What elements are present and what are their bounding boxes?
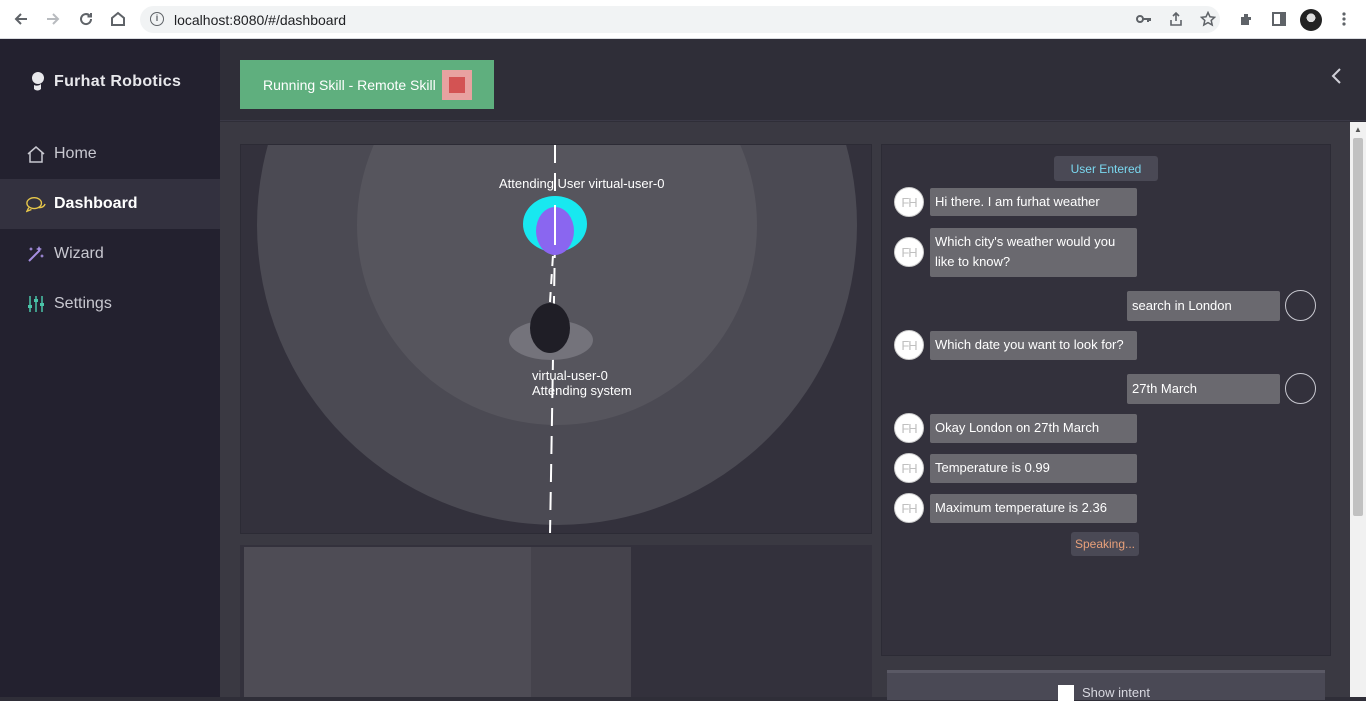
user-message: 27th March xyxy=(1127,374,1280,404)
user-avatar xyxy=(1285,373,1316,404)
extensions-icon[interactable] xyxy=(1237,9,1257,29)
show-intent-checkbox[interactable] xyxy=(1058,685,1074,701)
home-icon xyxy=(26,144,46,164)
url-text: localhost:8080/#/dashboard xyxy=(174,12,347,28)
robot-message: Hi there. I am furhat weather xyxy=(930,188,1137,216)
sidebar-item-label: Wizard xyxy=(54,245,104,262)
dashboard-header: Running Skill - Remote Skill xyxy=(220,39,1366,121)
furhat-avatar: FH xyxy=(894,330,924,360)
dialog-log-panel: User Entered FH Hi there. I am furhat we… xyxy=(881,144,1331,656)
sidebar-item-label: Dashboard xyxy=(54,195,138,212)
furhat-avatar: FH xyxy=(894,453,924,483)
stop-icon xyxy=(449,77,465,93)
furhat-avatar: FH xyxy=(894,493,924,523)
key-icon[interactable] xyxy=(1134,9,1154,29)
show-intent-label: Show intent xyxy=(1082,685,1150,700)
user-name-label: virtual-user-0 xyxy=(532,368,608,383)
robot-message: Temperature is 0.99 xyxy=(930,454,1137,483)
browser-toolbar: i localhost:8080/#/dashboard xyxy=(0,0,1366,39)
brand-name: Furhat Robotics xyxy=(54,73,182,90)
more-menu-icon[interactable] xyxy=(1334,9,1354,29)
camera-feed-panel xyxy=(240,545,872,697)
back-icon[interactable] xyxy=(10,8,32,30)
furhat-avatar: FH xyxy=(894,413,924,443)
sidebar-item-dashboard[interactable]: Dashboard xyxy=(0,179,220,229)
brand[interactable]: Furhat Robotics xyxy=(30,71,181,93)
address-bar[interactable]: i localhost:8080/#/dashboard xyxy=(140,6,1220,33)
robot-message: Which city's weather would you like to k… xyxy=(930,228,1137,277)
sidebar-item-label: Settings xyxy=(54,295,112,312)
magic-wand-icon xyxy=(26,244,46,264)
interaction-space-map xyxy=(257,145,857,533)
scrollbar-thumb[interactable] xyxy=(1353,138,1363,516)
camera-feed-image xyxy=(244,547,531,697)
share-icon[interactable] xyxy=(1166,9,1186,29)
attending-label: Attending User virtual-user-0 xyxy=(499,176,665,191)
robot-message: Maximum temperature is 2.36 xyxy=(930,494,1137,523)
reload-icon[interactable] xyxy=(75,8,97,30)
skill-status-panel: Running Skill - Remote Skill xyxy=(240,60,494,109)
sidebar: Furhat Robotics Home Dashboard Wizard Se… xyxy=(0,39,220,697)
sidebar-item-wizard[interactable]: Wizard xyxy=(0,229,220,279)
sidebar-item-settings[interactable]: Settings xyxy=(0,279,220,329)
profile-avatar[interactable] xyxy=(1300,9,1322,31)
user-message: search in London xyxy=(1127,291,1280,321)
collapse-panel-icon[interactable] xyxy=(1330,67,1342,91)
user-avatar xyxy=(1285,290,1316,321)
scroll-up-icon[interactable]: ▲ xyxy=(1354,125,1362,134)
bookmark-star-icon[interactable] xyxy=(1198,9,1218,29)
user-status-label: Attending system xyxy=(532,383,632,398)
interaction-space-view: Attending User virtual-user-0 virtual-us… xyxy=(240,144,872,534)
show-intent-bar: Show intent xyxy=(887,670,1325,701)
page-scrollbar[interactable]: ▲ xyxy=(1350,122,1366,697)
furhat-logo-icon xyxy=(32,72,44,91)
chat-bubbles-icon xyxy=(26,194,46,214)
stop-skill-button[interactable] xyxy=(442,70,472,100)
furhat-avatar: FH xyxy=(894,187,924,217)
robot-message: Which date you want to look for? xyxy=(930,331,1137,360)
sidebar-item-label: Home xyxy=(54,145,97,162)
sliders-icon xyxy=(26,294,46,314)
user-entered-badge: User Entered xyxy=(1054,156,1158,181)
sidebar-item-home[interactable]: Home xyxy=(0,129,220,179)
speaking-status-badge: Speaking... xyxy=(1071,532,1139,556)
robot-message: Okay London on 27th March xyxy=(930,414,1137,443)
home-browser-icon[interactable] xyxy=(107,8,129,30)
side-panel-icon[interactable] xyxy=(1269,9,1289,29)
site-info-icon[interactable]: i xyxy=(150,12,164,26)
forward-icon[interactable] xyxy=(42,8,64,30)
skill-status-text: Running Skill - Remote Skill xyxy=(263,76,436,93)
furhat-avatar: FH xyxy=(894,237,924,267)
camera-feed-overlay xyxy=(531,547,631,697)
user-head-marker[interactable] xyxy=(530,303,570,353)
